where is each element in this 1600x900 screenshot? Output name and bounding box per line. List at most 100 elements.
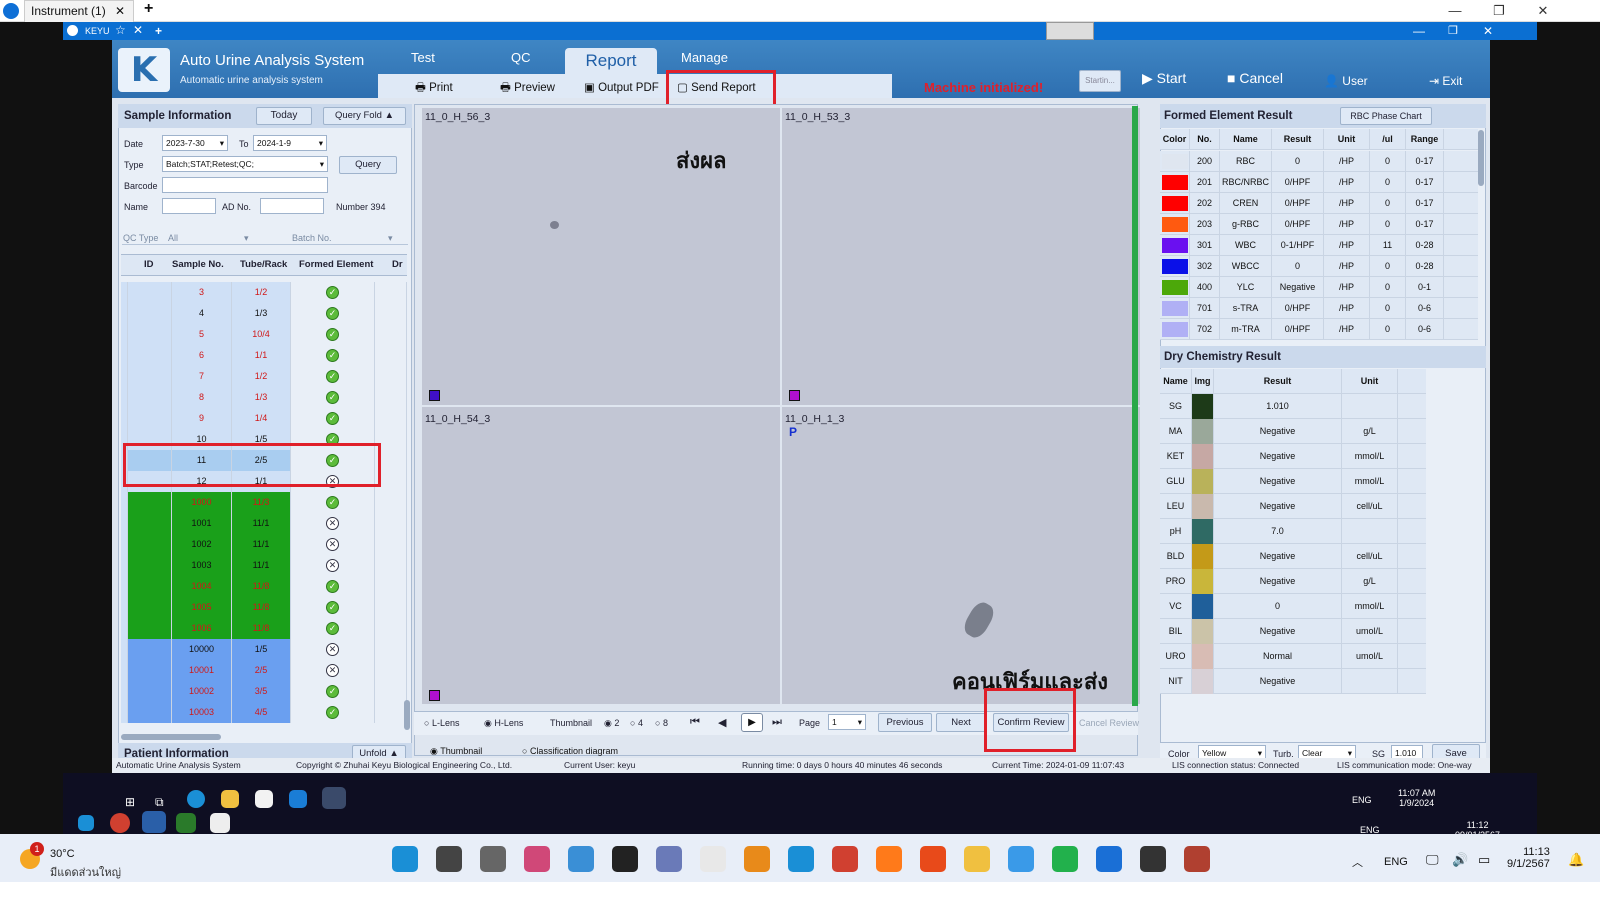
edge-icon[interactable] [187,790,205,808]
remote-toolbar-toggle[interactable] [1046,22,1094,40]
host-clock[interactable]: 11:13 9/1/2567 [1507,846,1550,870]
calculator-icon[interactable] [480,846,506,872]
window-close-icon[interactable]: ✕ [1528,2,1558,20]
table-row[interactable]: 6 1/1 ✓ [121,345,407,366]
row-selector[interactable] [121,303,128,324]
next-page-icon[interactable]: ▶ [741,713,763,732]
host-lang[interactable]: ENG [1384,856,1408,868]
close-icon[interactable]: ✕ [115,1,125,21]
formed-col-unit[interactable]: Unit [1324,129,1370,150]
row-selector[interactable] [121,534,128,555]
last-page-icon[interactable]: ⏭ [772,716,782,729]
star-icon[interactable]: ☆ [115,21,126,39]
explorer-icon[interactable] [221,790,239,808]
classification-view-radio[interactable]: ○ Classification diagram [522,746,618,756]
row-selector[interactable] [121,492,128,513]
battery-icon[interactable]: ▭ [1478,852,1490,868]
remote-tab[interactable]: KEYU [85,22,110,40]
row-selector[interactable] [121,576,128,597]
pin-icon[interactable]: ✕ [133,21,143,39]
name-field[interactable] [162,198,216,214]
chevron-up-icon[interactable]: ︿ [1352,854,1363,870]
exit-button[interactable]: ⇥ Exit [1429,74,1462,88]
table-row[interactable]: 10001 2/5 ✕ [121,660,407,681]
dry-col-img[interactable]: Img [1192,369,1214,394]
dry-col-result[interactable]: Result [1214,369,1342,394]
dry-row[interactable]: KET Negative mmol/L [1160,444,1426,469]
remote-new-tab[interactable]: + [155,22,162,40]
table-row[interactable]: 1001 11/1 ✕ [121,513,407,534]
dry-row[interactable]: PRO Negative g/L [1160,569,1426,594]
barcode-field[interactable] [162,177,328,193]
row-selector[interactable] [121,555,128,576]
teamviewer-icon[interactable] [1096,846,1122,872]
table-row[interactable]: 1005 11/8 ✓ [121,597,407,618]
remote-taskview-icon[interactable]: ⧉ [155,795,164,810]
app-task-icon[interactable] [176,813,196,833]
store-icon[interactable] [255,790,273,808]
formed-col-name[interactable]: Name [1220,129,1272,150]
file-explorer-icon[interactable] [964,846,990,872]
print-button[interactable]: 🖶 Print [415,80,453,99]
chrome-icon[interactable] [832,846,858,872]
network-tool-icon[interactable] [568,846,594,872]
row-selector[interactable] [121,681,128,702]
dry-row[interactable]: MA Negative g/L [1160,419,1426,444]
formed-col-color[interactable]: Color [1160,129,1190,150]
image-scrollbar[interactable] [1132,106,1138,706]
row-selector[interactable] [121,324,128,345]
dry-row[interactable]: NIT Negative [1160,669,1426,694]
table-row[interactable]: 9 1/4 ✓ [121,408,407,429]
row-selector[interactable] [121,366,128,387]
formed-col-ul[interactable]: /ul [1370,129,1406,150]
rbc-phase-chart-button[interactable]: RBC Phase Chart [1340,107,1432,125]
thumb-2-radio[interactable]: ◉ 2 [604,718,619,729]
l-lens-radio[interactable]: ○ L-Lens [424,718,459,728]
formed-col-range[interactable]: Range [1406,129,1444,150]
dry-row[interactable]: SG 1.010 [1160,394,1426,419]
vlc-icon[interactable] [744,846,770,872]
formed-row[interactable]: 203 g-RBC 0/HPF/HP 0 0-17 [1160,214,1478,235]
table-row[interactable]: 1000 11/3 ✓ [121,492,407,513]
batch-no-select[interactable]: Batch No. ▾ [292,233,393,243]
date-from-field[interactable]: 2023-7-30 ▾ [162,135,228,151]
dry-row[interactable]: pH 7.0 [1160,519,1426,544]
row-selector[interactable] [121,387,128,408]
output-pdf-button[interactable]: ▣ Output PDF [584,80,659,94]
micro-image-3[interactable] [422,407,780,704]
media-icon[interactable] [612,846,638,872]
orange-app-icon[interactable] [876,846,902,872]
dry-row[interactable]: URO Normal umol/L [1160,644,1426,669]
query-button[interactable]: Query [339,156,397,174]
notification-icon[interactable]: 🔔 [1568,852,1584,868]
formed-row[interactable]: 302 WBCC 0/HP 0 0-28 [1160,256,1478,277]
cancel-review-button[interactable]: Cancel Review [1079,718,1139,728]
first-page-icon[interactable]: ⏮ [690,716,700,729]
outer-tab[interactable]: Instrument (1) ✕ [24,0,134,22]
remote-start-icon[interactable]: ⊞ [125,795,135,809]
table-row[interactable]: 10002 3/5 ✓ [121,681,407,702]
table-row[interactable]: 4 1/3 ✓ [121,303,407,324]
line-icon[interactable] [1052,846,1078,872]
formed-row[interactable]: 701 s-TRA 0/HPF/HP 0 0-6 [1160,298,1478,319]
table-row[interactable]: 10000 1/5 ✕ [121,639,407,660]
table-row[interactable]: 1004 11/8 ✓ [121,576,407,597]
dry-row[interactable]: BIL Negative umol/L [1160,619,1426,644]
tab-test[interactable]: Test [411,50,435,65]
micro-image-4[interactable] [782,407,1140,704]
dry-col-unit[interactable]: Unit [1342,369,1398,394]
col-formed-element[interactable]: Formed Element [299,259,373,270]
table-row[interactable]: 1003 11/1 ✕ [121,555,407,576]
table-row[interactable]: 8 1/3 ✓ [121,387,407,408]
row-selector[interactable] [121,618,128,639]
table-row[interactable]: 7 1/2 ✓ [121,366,407,387]
col-sample-no[interactable]: Sample No. [172,259,224,270]
restore-icon[interactable]: ❐ [1484,2,1514,20]
minimize-icon[interactable]: — [1440,2,1470,20]
horizontal-scrollbar[interactable] [121,734,221,740]
query-fold-button[interactable]: Query Fold ▲ [323,107,406,125]
next-button[interactable]: Next [936,713,986,732]
tab-qc[interactable]: QC [511,50,531,65]
cancel-button[interactable]: ■ Cancel [1227,70,1283,86]
taskview-icon[interactable] [436,846,462,872]
